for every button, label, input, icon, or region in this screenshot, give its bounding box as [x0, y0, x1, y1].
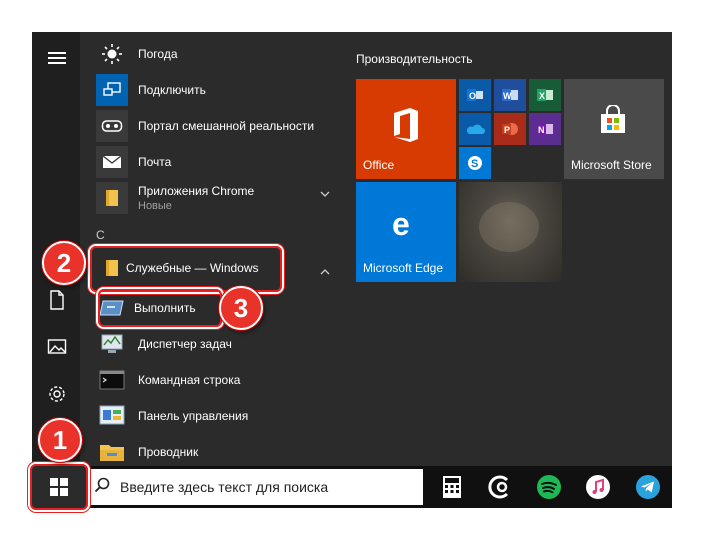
list-item-label: Портал смешанной реальности	[138, 119, 315, 133]
powerpoint-icon[interactable]: P	[494, 113, 526, 145]
list-item[interactable]: Проводник	[96, 434, 198, 466]
list-item-sublabel: Новые	[138, 200, 172, 212]
tile-label: Microsoft Store	[571, 158, 652, 172]
highlight-start-button	[30, 464, 88, 510]
word-icon[interactable]: W	[494, 79, 526, 111]
gear-icon[interactable]	[47, 384, 67, 409]
list-item-label: Почта	[138, 155, 172, 169]
highlight-run-item	[98, 289, 222, 327]
list-item-label: Приложения Chrome	[138, 184, 255, 198]
tile-label: Microsoft Edge	[363, 261, 444, 275]
mail-icon	[96, 146, 128, 178]
itunes-icon[interactable]	[582, 472, 614, 502]
step-badge-2: 2	[42, 241, 86, 285]
chevron-up-icon[interactable]	[320, 264, 330, 278]
onedrive-icon[interactable]	[459, 113, 491, 145]
svg-text:P: P	[504, 125, 510, 135]
headset-icon	[96, 110, 128, 142]
svg-text:O: O	[469, 91, 476, 101]
document-icon[interactable]	[48, 290, 66, 315]
app-icon[interactable]	[484, 472, 516, 502]
excel-icon[interactable]: X	[529, 79, 561, 111]
section-letter[interactable]: С	[96, 228, 105, 242]
edge-icon: e	[390, 206, 422, 243]
svg-text:N: N	[538, 125, 545, 135]
list-item[interactable]: Почта	[96, 144, 171, 180]
list-item-label: Панель управления	[138, 409, 249, 423]
list-item[interactable]: Погода	[96, 36, 178, 72]
office-icon	[390, 107, 422, 146]
onenote-icon[interactable]: N	[529, 113, 561, 145]
list-item[interactable]: Портал смешанной реальности	[96, 108, 314, 144]
explorer-icon	[96, 436, 128, 466]
tile-store[interactable]: Microsoft Store	[564, 79, 664, 179]
list-item[interactable]: Командная строка	[96, 362, 240, 398]
skype-icon[interactable]: S	[459, 147, 491, 179]
search-box[interactable]: Введите здесь текст для поиска	[86, 469, 423, 505]
store-bag-icon	[598, 104, 628, 138]
pictures-icon[interactable]	[47, 338, 67, 361]
telegram-icon[interactable]	[632, 472, 664, 502]
tile-mini-group: O W X P N S	[459, 79, 562, 179]
tile-label: Office	[363, 158, 395, 172]
control-panel-icon	[96, 400, 128, 432]
tile-office[interactable]: Office	[356, 79, 456, 179]
cmd-icon	[96, 364, 128, 396]
chevron-down-icon[interactable]	[320, 186, 330, 200]
list-item[interactable]: Диспетчер задач	[96, 326, 232, 362]
outlook-icon[interactable]: O	[459, 79, 491, 111]
list-item-label: Подключить	[138, 83, 206, 97]
highlight-accessories-folder	[90, 246, 282, 292]
list-item[interactable]: Приложения Chrome Новые	[96, 180, 336, 216]
sun-icon	[96, 38, 128, 70]
photo-blur	[479, 202, 539, 252]
list-item-label: Проводник	[138, 445, 199, 459]
list-item-label: Командная строка	[138, 373, 241, 387]
folder-icon	[96, 182, 128, 214]
tile-edge[interactable]: e Microsoft Edge	[356, 182, 456, 282]
search-icon	[94, 477, 110, 498]
spotify-icon[interactable]	[533, 472, 565, 502]
list-item-label: Диспетчер задач	[138, 337, 232, 351]
hamburger-icon[interactable]	[48, 52, 66, 66]
svg-text:W: W	[503, 91, 512, 101]
list-item-label: Погода	[138, 47, 178, 61]
task-manager-icon	[96, 328, 128, 360]
tile-photo[interactable]	[459, 182, 562, 282]
list-item[interactable]: Панель управления	[96, 398, 248, 434]
list-item[interactable]: Подключить	[96, 72, 206, 108]
calculator-icon[interactable]	[436, 472, 468, 502]
svg-text:e: e	[392, 208, 410, 240]
svg-text:S: S	[471, 158, 478, 170]
tile-group-title: Производительность	[356, 52, 473, 66]
connect-icon	[96, 74, 128, 106]
search-placeholder: Введите здесь текст для поиска	[120, 479, 329, 495]
step-badge-1: 1	[38, 418, 82, 462]
svg-text:X: X	[539, 91, 545, 101]
step-badge-3: 3	[219, 286, 263, 330]
